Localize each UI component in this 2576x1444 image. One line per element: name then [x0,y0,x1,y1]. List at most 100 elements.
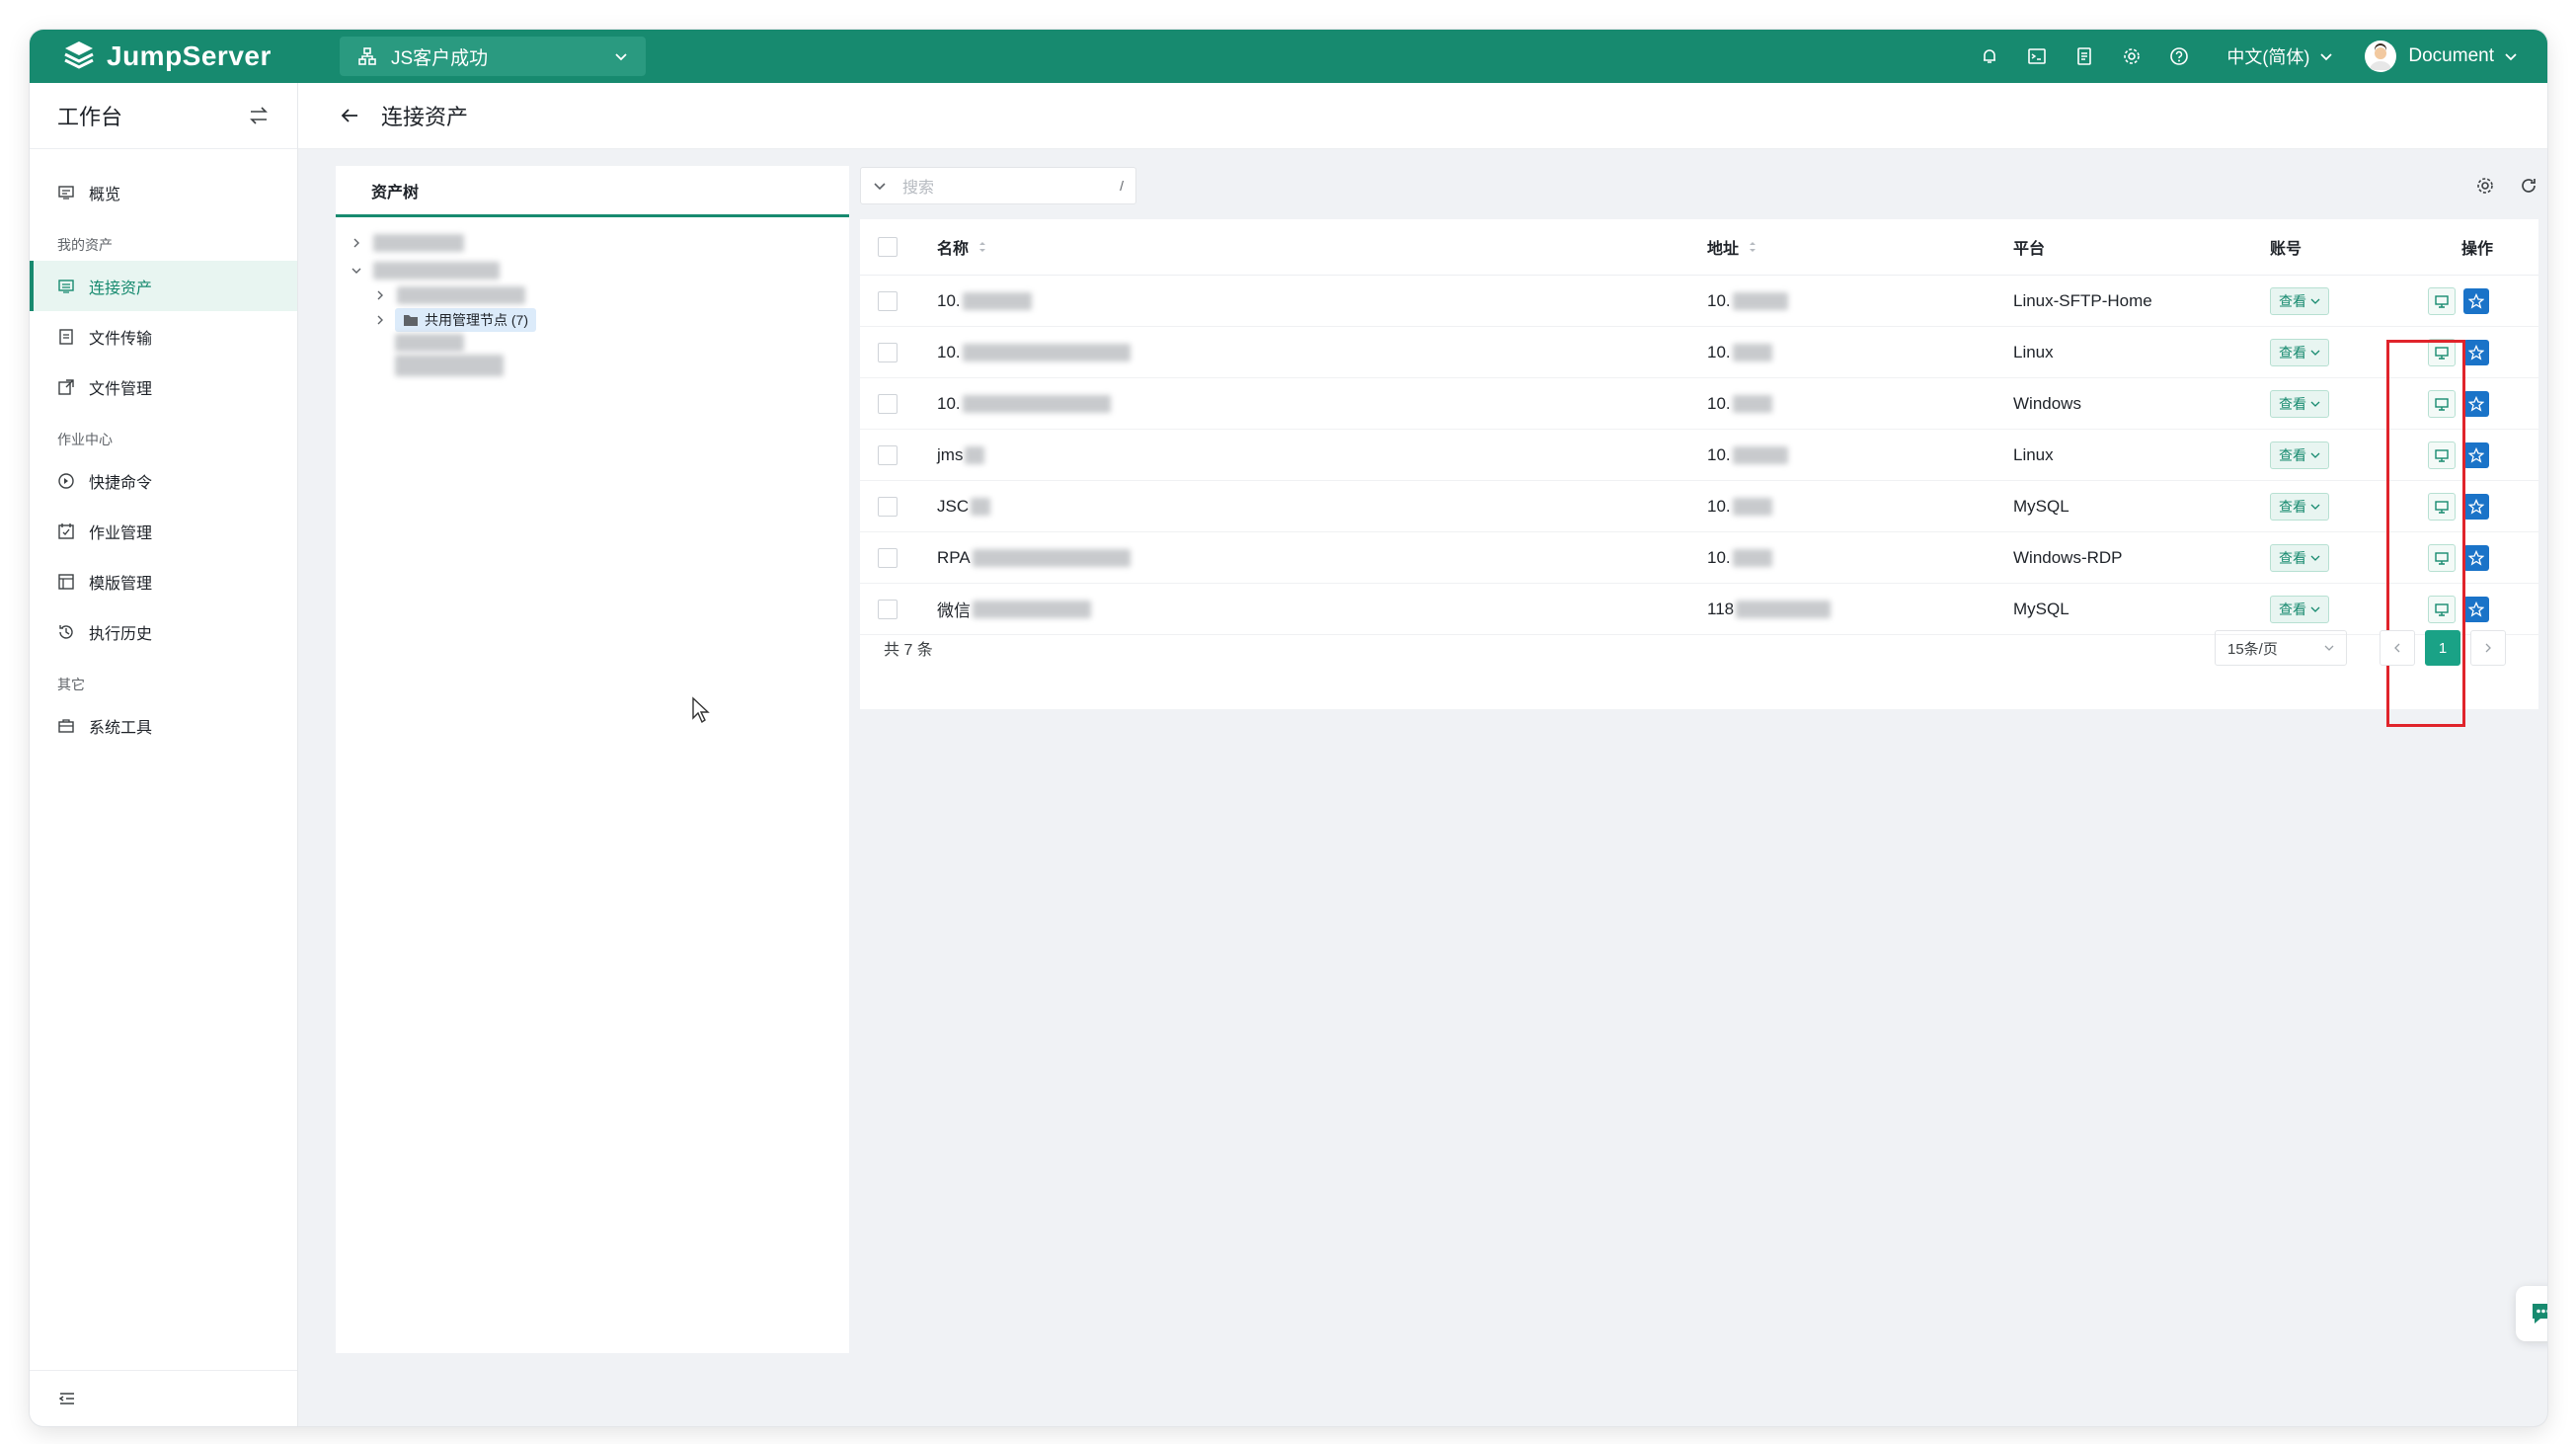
view-accounts-button[interactable]: 查看 [2270,543,2329,572]
table-row[interactable]: jms 10. Linux 查看 [860,430,2538,481]
sidebar-item-history[interactable]: 执行历史 [30,606,297,657]
column-address[interactable]: 地址 [1707,235,1739,259]
row-checkbox[interactable] [878,342,898,362]
back-arrow-icon[interactable] [338,104,361,127]
sidebar-item-overview[interactable]: 概览 [30,167,297,217]
tree-node[interactable] [336,352,849,379]
sidebar-group-job-center: 作业中心 [57,432,113,447]
view-accounts-button[interactable]: 查看 [2270,389,2329,418]
connect-button[interactable] [2428,441,2456,469]
connect-button[interactable] [2428,492,2456,521]
favorite-button[interactable] [2463,287,2489,314]
chevron-down-icon[interactable] [873,179,887,193]
prev-page-button[interactable] [2380,630,2415,666]
column-name[interactable]: 名称 [937,235,969,259]
connect-button[interactable] [2428,543,2456,572]
redacted-asset-name [962,343,1131,361]
asset-address: 10. [1707,496,1731,516]
table-row[interactable]: RPA 10. Windows-RDP 查看 [860,532,2538,584]
tree-node[interactable] [336,284,849,306]
row-checkbox[interactable] [878,290,898,311]
terminal-icon[interactable] [2025,44,2049,68]
sidebar-item-system-tools[interactable]: 系统工具 [30,700,297,751]
page-button-current[interactable]: 1 [2425,630,2460,666]
connect-button[interactable] [2428,338,2456,366]
column-actions: 操作 [2460,241,2493,258]
favorite-button[interactable] [2463,441,2489,468]
redacted-node-name [395,334,464,352]
refresh-icon[interactable] [2519,176,2538,196]
view-accounts-button[interactable]: 查看 [2270,441,2329,469]
tree-node[interactable] [336,257,849,284]
row-checkbox[interactable] [878,393,898,414]
favorite-button[interactable] [2463,390,2489,417]
asset-name[interactable]: 10. [937,394,961,414]
chevron-down-icon [2505,53,2517,61]
sidebar-item-file-transfer[interactable]: 文件传输 [30,311,297,361]
row-checkbox[interactable] [878,444,898,465]
pagination: 15条/页 1 [2215,630,2511,666]
chevron-right-icon [377,315,383,325]
bell-icon[interactable] [1978,44,2001,68]
table-row[interactable]: 10. 10. Windows 查看 [860,378,2538,430]
page-size-select[interactable]: 15条/页 [2215,630,2347,666]
sidebar-item-connect-assets[interactable]: 连接资产 [30,261,297,311]
document-icon[interactable] [2072,44,2096,68]
row-checkbox[interactable] [878,547,898,568]
asset-name[interactable]: 10. [937,291,961,311]
asset-name[interactable]: 10. [937,343,961,362]
chevron-down-icon [2310,606,2320,612]
language-selector[interactable]: 中文(简体) [2226,43,2333,69]
sort-icon[interactable] [1747,239,1758,255]
row-checkbox[interactable] [878,599,898,619]
shared-node-chip[interactable]: 共用管理节点 (7) [395,308,536,332]
org-selector[interactable]: JS客户成功 [340,37,646,76]
favorite-button[interactable] [2463,493,2489,520]
select-all-checkbox[interactable] [878,237,898,257]
view-accounts-button[interactable]: 查看 [2270,492,2329,521]
connect-button[interactable] [2428,286,2456,315]
sidebar-item-job-manage[interactable]: 作业管理 [30,506,297,556]
sidebar-item-template-manage[interactable]: 模版管理 [30,556,297,606]
connect-button[interactable] [2428,389,2456,418]
redacted-node-name [397,286,525,304]
tab-asset-tree[interactable]: 资产树 [336,166,849,217]
favorite-button[interactable] [2463,339,2489,365]
tree-node-shared[interactable]: 共用管理节点 (7) [336,306,849,334]
sidebar-item-quick-command[interactable]: 快捷命令 [30,455,297,506]
view-accounts-button[interactable]: 查看 [2270,286,2329,315]
view-accounts-button[interactable]: 查看 [2270,338,2329,366]
row-checkbox[interactable] [878,496,898,517]
chevron-left-icon [2394,643,2400,653]
tree-node[interactable] [336,334,849,352]
gear-icon[interactable] [2120,44,2144,68]
next-page-button[interactable] [2470,630,2506,666]
tree-node[interactable] [336,229,849,257]
switch-view-icon[interactable] [248,105,270,126]
sort-icon[interactable] [976,239,988,255]
table-row[interactable]: 10. 10. Linux 查看 [860,327,2538,378]
total-count: 共 7 条 [884,642,933,659]
collapse-menu-icon[interactable] [57,1389,77,1408]
sidebar: 工作台 概览 我的资产 连接资产 文件传输 文件管理 作业中心 快捷命令 作业管… [30,83,298,1426]
favorite-button[interactable] [2463,544,2489,571]
search-input[interactable]: 搜索 / [860,167,1136,204]
settings-icon[interactable] [2475,176,2495,196]
chevron-down-icon [615,53,627,61]
sidebar-item-file-manage[interactable]: 文件管理 [30,361,297,412]
user-menu[interactable]: Document [2365,40,2518,72]
asset-name[interactable]: RPA [937,548,971,568]
redacted-address [1732,343,1772,361]
help-icon[interactable] [2167,44,2191,68]
asset-name[interactable]: JSC [937,497,969,517]
table-row[interactable]: 10. 10. Linux-SFTP-Home 查看 [860,276,2538,327]
sidebar-item-label: 执行历史 [89,625,153,643]
asset-name[interactable]: jms [937,445,963,465]
chat-assistant-button[interactable] [2516,1286,2547,1341]
history-icon [59,624,73,639]
brand-logo[interactable]: JumpServer [61,39,340,74]
org-name: JS客户成功 [391,47,489,69]
table-row[interactable]: JSC 10. MySQL 查看 [860,481,2538,532]
monitor-icon [2435,346,2449,360]
file-manage-icon [58,378,74,395]
